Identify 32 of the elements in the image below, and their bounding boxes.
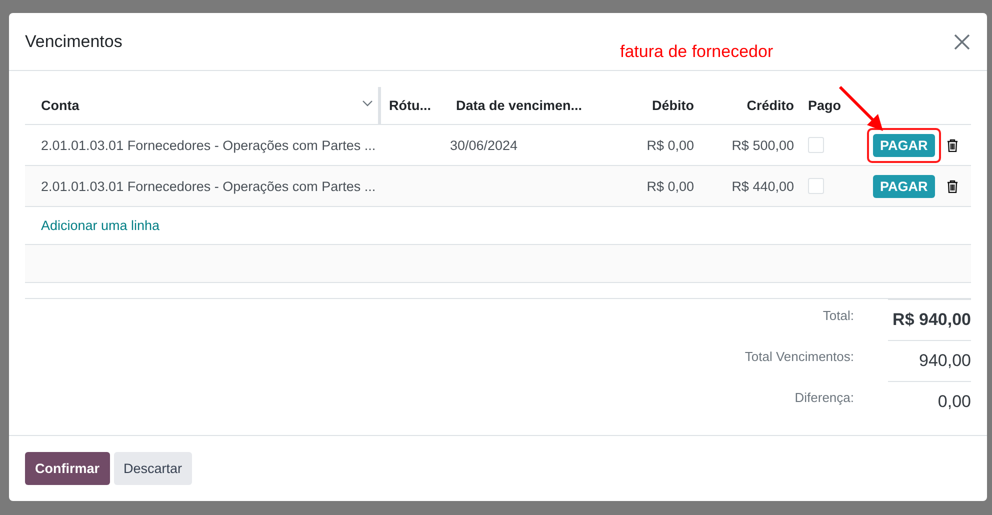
- table-cell: R$ 440,00: [732, 178, 794, 194]
- total-label: Diferença:: [794, 389, 854, 407]
- annotation-text: fatura de fornecedor: [620, 42, 774, 62]
- table-cell: R$ 0,00: [646, 178, 694, 194]
- confirm-button[interactable]: Confirmar: [25, 452, 110, 485]
- table-cell: 30/06/2024: [450, 138, 518, 152]
- table-cell: 2.01.01.03.01 Fornecedores - Operações com Partes ...: [41, 178, 376, 194]
- sort-caret-icon[interactable]: [362, 100, 373, 107]
- column-header[interactable]: Pago: [808, 98, 842, 113]
- table-row[interactable]: 2.01.01.03.01 Fornecedores - Operações com Partes ... R$ 0,00 R$ 440,00 PAGAR: [25, 166, 971, 207]
- trash-icon[interactable]: [946, 138, 958, 152]
- table-row[interactable]: 2.01.01.03.01 Fornecedores - Operações com Partes ... 30/06/2024 R$ 0,00 R$ 500,00 PAGAR: [25, 125, 971, 166]
- total-value: 940,00: [888, 340, 971, 381]
- column-header[interactable]: Rótu...: [389, 98, 431, 113]
- column-header[interactable]: Data de vencimen...: [456, 98, 582, 113]
- table-cell: R$ 500,00: [732, 138, 794, 152]
- discard-button[interactable]: Descartar: [114, 452, 192, 485]
- table-cell: R$ 0,00: [646, 138, 694, 152]
- column-header[interactable]: Débito: [652, 98, 694, 113]
- total-value: R$ 940,00: [888, 299, 971, 340]
- total-value: 0,00: [888, 381, 971, 422]
- column-header[interactable]: Crédito: [746, 98, 794, 113]
- total-label: Total Vencimentos:: [744, 348, 854, 366]
- paid-checkbox[interactable]: [808, 137, 824, 153]
- paid-checkbox[interactable]: [808, 178, 824, 194]
- close-button[interactable]: [953, 32, 971, 50]
- trash-icon[interactable]: [946, 180, 958, 192]
- dialog-title: Vencimentos: [25, 32, 122, 52]
- table-cell: 2.01.01.03.01 Fornecedores - Operações com Partes ...: [41, 138, 376, 152]
- add-line-link[interactable]: Adicionar uma linha: [41, 218, 160, 233]
- column-header[interactable]: Conta: [41, 98, 80, 113]
- total-label: Total:: [822, 307, 854, 325]
